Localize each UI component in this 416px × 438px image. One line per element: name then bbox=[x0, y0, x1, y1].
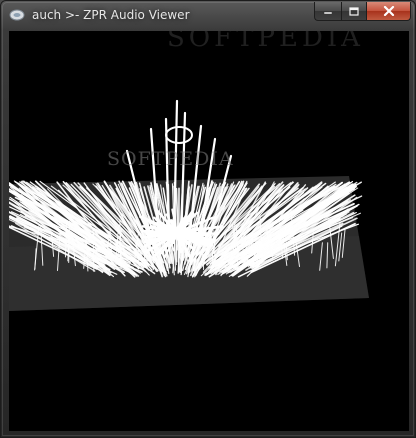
close-button[interactable] bbox=[367, 2, 411, 21]
maximize-icon bbox=[349, 6, 359, 16]
watermark-mid: SOFTPEDIA bbox=[107, 148, 234, 170]
caption-buttons bbox=[314, 2, 411, 21]
maximize-button[interactable] bbox=[341, 2, 367, 21]
audio-visualization bbox=[9, 99, 369, 311]
audio-spike bbox=[154, 232, 157, 260]
audio-spike bbox=[68, 232, 70, 263]
zpr-app-icon bbox=[9, 9, 25, 21]
audio-3d-viewport[interactable]: SOFTPEDIA SOFTPEDIA bbox=[9, 31, 409, 431]
close-icon bbox=[383, 6, 394, 16]
minimize-icon bbox=[323, 11, 333, 15]
minimize-button[interactable] bbox=[314, 2, 341, 21]
center-ring bbox=[165, 126, 193, 144]
title-bar[interactable]: auch >- ZPR Audio Viewer bbox=[1, 1, 415, 31]
app-window: auch >- ZPR Audio Viewer SOFTPEDIA SOFTP… bbox=[0, 0, 416, 438]
audio-spike bbox=[175, 231, 207, 235]
window-title: auch >- ZPR Audio Viewer bbox=[32, 8, 190, 22]
